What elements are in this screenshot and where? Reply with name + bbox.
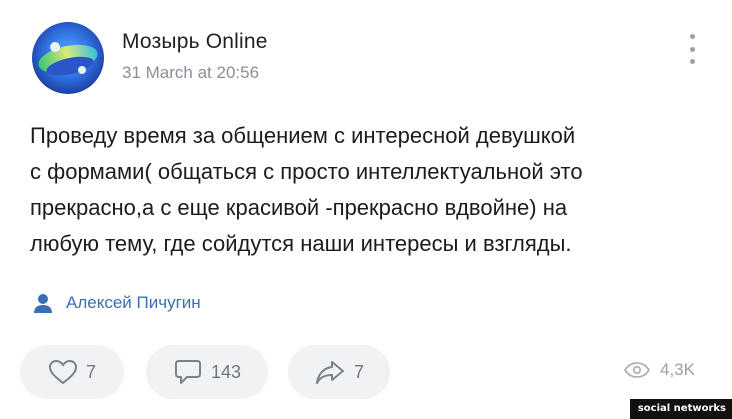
views-indicator: 4,3K xyxy=(624,360,695,380)
post-text-line: любую тему, где сойдутся наши интересы и… xyxy=(30,231,572,256)
like-button[interactable]: 7 xyxy=(20,345,124,399)
share-count: 7 xyxy=(353,361,364,382)
heart-icon xyxy=(48,359,77,385)
views-count: 4,3K xyxy=(660,360,695,379)
comment-button[interactable]: 143 xyxy=(146,345,268,399)
post-date[interactable]: 31 March at 20:56 xyxy=(122,63,259,83)
author-name: Алексей Пичугин xyxy=(66,293,201,312)
eye-icon xyxy=(624,362,650,378)
post-text-line: прекрасно,а с еще красивой -прекрасно вд… xyxy=(30,195,568,220)
post-author[interactable]: Алексей Пичугин xyxy=(32,292,201,314)
post-text: Проведу время за общением с интересной д… xyxy=(30,118,710,262)
post-card: Мозырь Online 31 March at 20:56 Проведу … xyxy=(0,0,732,419)
comment-count: 143 xyxy=(210,361,242,382)
more-options-icon[interactable] xyxy=(686,34,698,64)
watermark-label: social networks xyxy=(629,399,732,419)
user-icon xyxy=(34,294,52,313)
avatar-logo-dot xyxy=(50,42,60,52)
share-icon xyxy=(315,361,344,384)
like-count: 7 xyxy=(85,361,96,382)
post-text-line: с формами( общаться с просто интеллектуа… xyxy=(30,159,583,184)
share-button[interactable]: 7 xyxy=(288,345,390,399)
post-text-line: Проведу время за общением с интересной д… xyxy=(30,123,576,148)
avatar-logo-dot xyxy=(78,66,86,74)
group-name[interactable]: Мозырь Online xyxy=(122,30,268,54)
comment-icon xyxy=(174,360,201,384)
group-avatar[interactable] xyxy=(32,22,104,94)
